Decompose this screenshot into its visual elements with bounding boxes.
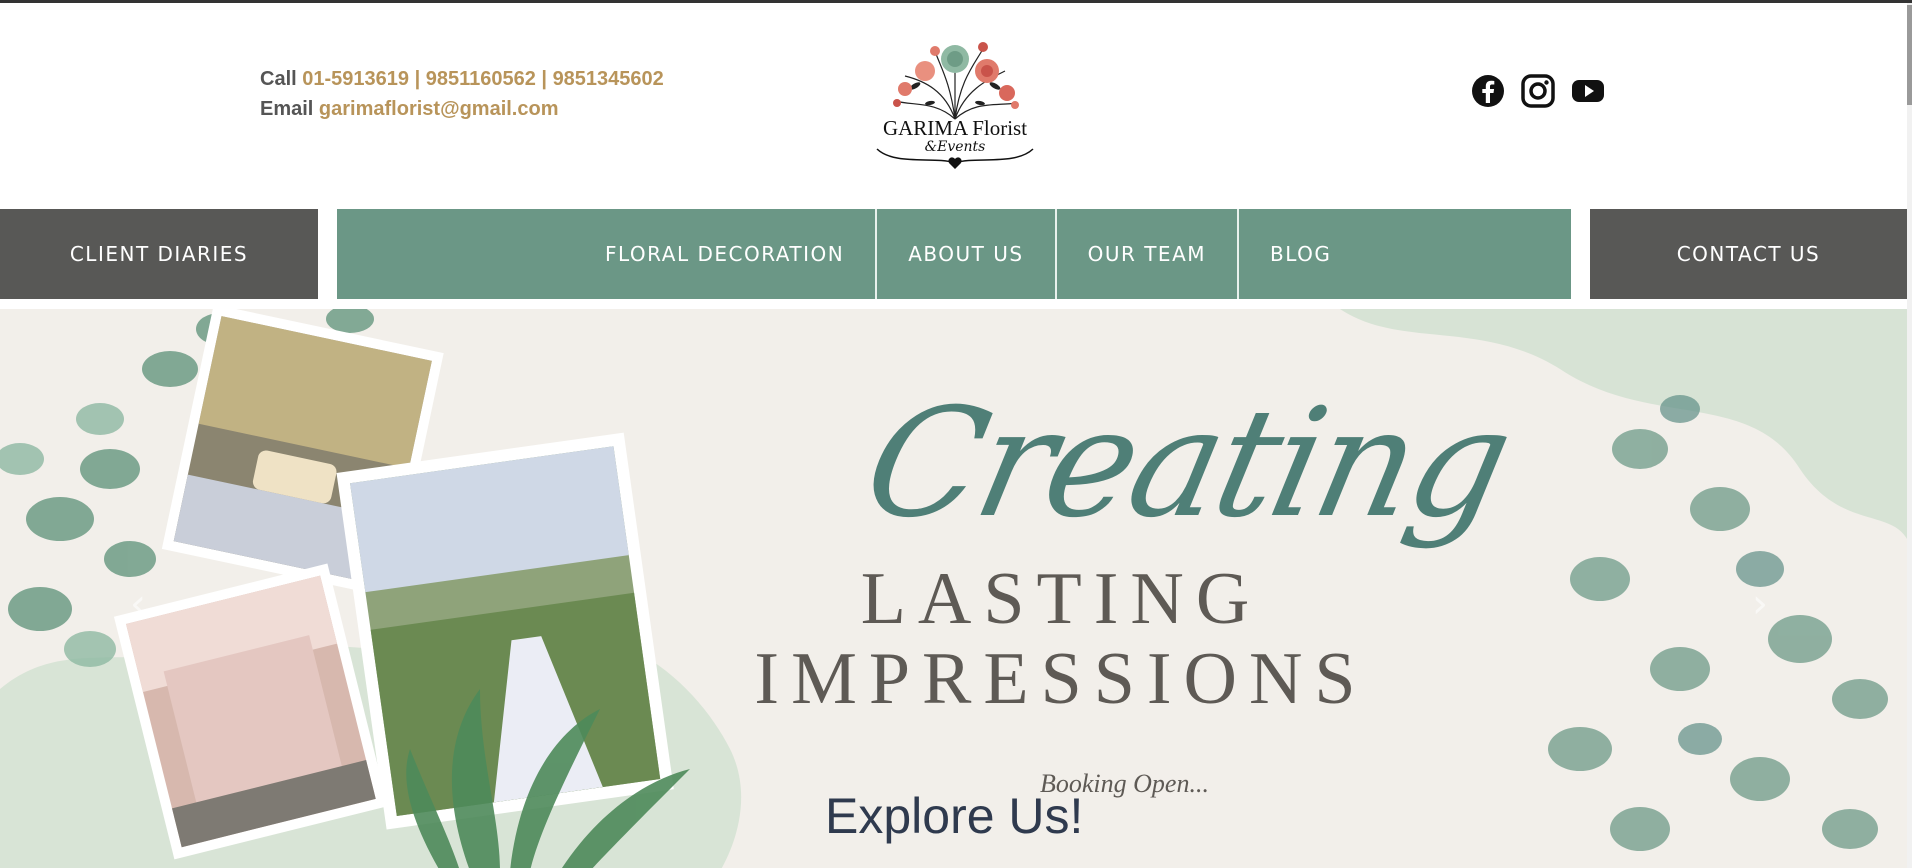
logo-subtitle: &Events (925, 139, 986, 155)
youtube-icon[interactable] (1570, 73, 1606, 109)
explore-us-heading[interactable]: Explore Us! (825, 787, 1083, 845)
main-nav: FLORAL DECORATION ABOUT US OUR TEAM BLOG (337, 209, 1571, 299)
nav-floral-decoration[interactable]: FLORAL DECORATION (587, 209, 875, 299)
page-scrollbar[interactable] (1907, 3, 1912, 868)
hero-script-title: Creating (851, 377, 1523, 551)
phone-numbers[interactable]: 01-5913619 | 9851160562 | 9851345602 (302, 68, 664, 90)
hero-line-1: LASTING (860, 558, 1262, 640)
hero-banner: ‹ › Creating LASTING IMPRESSIONS Booking… (0, 309, 1907, 868)
email-line: Email garimaflorist@gmail.com (260, 94, 664, 124)
flower-bouquet-logo: GARIMA Florist &Events (876, 42, 1034, 169)
site-header: Call 01-5913619 | 9851160562 | 985134560… (0, 3, 1907, 206)
phone-line: Call 01-5913619 | 9851160562 | 985134560… (260, 64, 664, 94)
logo-title: GARIMA Florist (883, 116, 1027, 140)
contact-info: Call 01-5913619 | 9851160562 | 985134560… (260, 64, 664, 124)
call-label: Call (260, 68, 297, 90)
nav-contact-us[interactable]: CONTACT US (1590, 209, 1907, 299)
nav-about-us[interactable]: ABOUT US (875, 209, 1054, 299)
scrollbar-thumb[interactable] (1907, 5, 1912, 105)
email-link[interactable]: garimaflorist@gmail.com (319, 98, 559, 120)
facebook-icon[interactable] (1470, 73, 1506, 109)
email-label: Email (260, 98, 314, 120)
social-links (1470, 73, 1606, 109)
instagram-icon[interactable] (1520, 73, 1556, 109)
site-logo[interactable]: GARIMA Florist &Events (855, 31, 1055, 171)
nav-client-diaries[interactable]: CLIENT DIARIES (0, 209, 318, 299)
page: Call 01-5913619 | 9851160562 | 985134560… (0, 0, 1912, 868)
hero-line-2: IMPRESSIONS (754, 638, 1368, 720)
nav-blog[interactable]: BLOG (1237, 209, 1362, 299)
nav-our-team[interactable]: OUR TEAM (1054, 209, 1237, 299)
